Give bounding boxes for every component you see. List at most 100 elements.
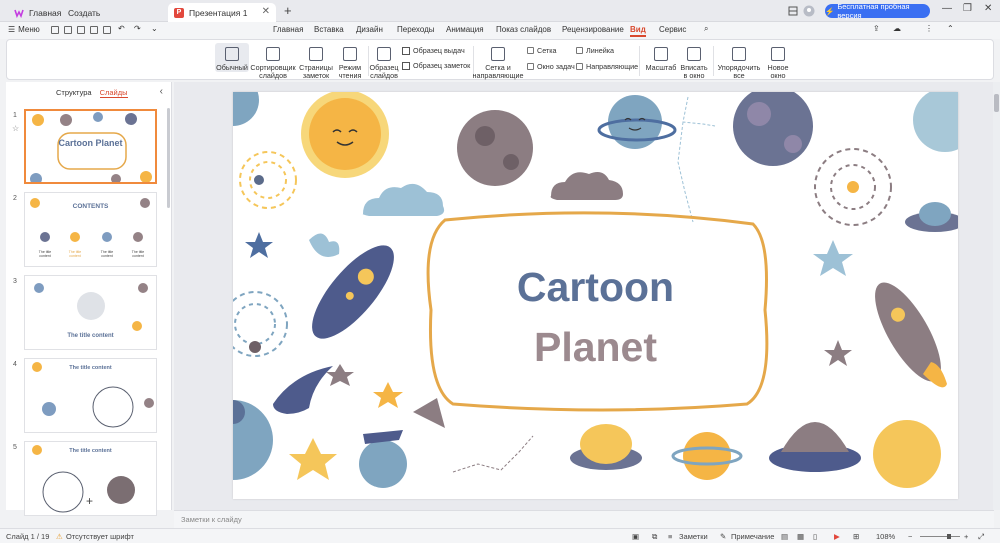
reading-mode-label: Режим чтения (338, 63, 362, 80)
new-window-icon (771, 47, 785, 61)
tab-home[interactable]: Главная (273, 25, 303, 34)
ribbon-divider (713, 46, 714, 76)
slide-master-button[interactable]: Образец слайдов (369, 43, 399, 80)
ruler-checkbox[interactable]: Линейка (576, 46, 614, 55)
share-icon[interactable]: ⇪ (873, 24, 880, 33)
save-icon[interactable] (77, 26, 85, 34)
zoom-menu-icon[interactable]: ⊞ (853, 532, 859, 541)
new-window-button[interactable]: Новое окно (763, 43, 793, 80)
fit-slide-icon[interactable]: ⤢ (978, 532, 984, 542)
fit-window-label: Вписать в окно (680, 63, 708, 80)
home-tab-label: Главная (29, 7, 62, 18)
tab-animation[interactable]: Анимация (446, 25, 484, 34)
document-tab[interactable]: P Презентация 1 ✕ (168, 3, 276, 22)
checkbox-box (576, 47, 583, 54)
notes-toggle-button[interactable]: Заметки (679, 532, 708, 541)
task-window-checkbox[interactable]: Окно задач (527, 62, 575, 71)
slide-canvas[interactable]: Cartoon Planet (233, 92, 958, 499)
tab-structure[interactable]: Структура (56, 88, 92, 98)
arrange-all-button[interactable]: Упорядочить все (717, 43, 761, 80)
reading-view-icon[interactable]: ▯ (813, 532, 817, 541)
trial-icon: ⚡ (825, 6, 835, 16)
free-trial-button[interactable]: ⚡ Бесплатная пробная версия (825, 2, 930, 20)
cloud-icon[interactable]: ☁ (893, 24, 901, 33)
slide-sorter-label: Сортировщик слайдов (250, 63, 296, 80)
restore-icon[interactable]: ❐ (963, 3, 972, 14)
collapse-panel-icon[interactable]: ‹ (160, 86, 163, 97)
panel-scrollbar[interactable] (167, 108, 170, 208)
grid-checkbox[interactable]: Сетка (527, 46, 557, 55)
hamburger-icon: ☰ (8, 25, 16, 34)
more-icon[interactable]: ⋮ (925, 24, 933, 33)
grid-guides-button[interactable]: Сетка и направляющие (473, 43, 523, 80)
slide-thumbnail-4[interactable]: The title content (24, 358, 157, 433)
slide-sorter-button[interactable]: Сортировщик слайдов (250, 43, 296, 80)
warning-icon: ⚠ (56, 532, 63, 541)
thumb-item: The title content (131, 250, 145, 258)
fit-window-button[interactable]: Вписать в окно (679, 43, 709, 80)
open-file-icon[interactable] (64, 26, 72, 34)
window-layout-icon[interactable] (788, 4, 798, 18)
panel-tabs: Структура Слайды (56, 88, 128, 98)
handout-master-button[interactable]: Образец выдач (402, 46, 465, 55)
comments-button[interactable]: Примечание (731, 532, 774, 541)
zoom-in-icon[interactable]: + (964, 532, 968, 541)
close-tab-icon[interactable]: ✕ (262, 6, 270, 17)
notes-master-button[interactable]: Образец заметок (402, 61, 470, 70)
guides-checkbox[interactable]: Направляющие (576, 62, 638, 71)
tab-transitions[interactable]: Переходы (397, 25, 435, 34)
minimize-icon[interactable]: — (942, 3, 952, 14)
redo-icon[interactable]: ↷ (134, 24, 141, 33)
tab-tools[interactable]: Сервис (659, 25, 686, 34)
zoom-out-icon[interactable]: − (908, 532, 912, 541)
zoom-level[interactable]: 108% (876, 532, 895, 541)
quick-access-more-icon[interactable]: ⌄ (151, 24, 158, 33)
collapse-ribbon-icon[interactable]: ⌃ (947, 24, 954, 33)
reading-mode-button[interactable]: Режим чтения (335, 43, 365, 80)
tab-insert[interactable]: Вставка (314, 25, 344, 34)
tab-review[interactable]: Рецензирование (562, 25, 624, 34)
normal-view-button[interactable]: Обычный (215, 43, 249, 72)
home-tab[interactable]: Главная (8, 3, 67, 22)
normal-view-icon[interactable]: ▤ (781, 532, 788, 541)
undo-icon[interactable]: ↶ (118, 24, 125, 33)
add-slide-icon[interactable]: + (86, 494, 93, 508)
print-icon[interactable] (90, 26, 98, 34)
zoom-slider[interactable] (920, 536, 960, 537)
avatar[interactable] (803, 4, 815, 18)
arrange-all-icon (732, 47, 746, 61)
thumb-item: The title content (100, 250, 114, 258)
slide-thumbnail-1[interactable]: Cartoon Planet (24, 109, 157, 184)
create-tab[interactable]: Создать (62, 3, 106, 22)
new-window-label: Новое окно (767, 63, 789, 80)
notes-pane[interactable]: Заметки к слайду (174, 510, 994, 528)
zoom-button[interactable]: Масштаб (645, 43, 677, 72)
search-icon[interactable]: ⌕ (704, 24, 708, 34)
new-file-icon[interactable] (51, 26, 59, 34)
scrollbar-thumb[interactable] (994, 94, 999, 112)
reading-mode-icon (343, 47, 357, 61)
tab-slides[interactable]: Слайды (99, 88, 128, 98)
missing-font-link[interactable]: Отсутствует шрифт (66, 532, 134, 541)
comment-toggle-icon[interactable]: ▣ (632, 532, 639, 541)
close-window-icon[interactable]: ✕ (984, 3, 992, 14)
canvas-scrollbar[interactable] (993, 82, 1000, 510)
format-icon[interactable]: ⧉ (652, 532, 657, 542)
notes-page-button[interactable]: Страницы заметок (297, 43, 335, 80)
new-tab-icon[interactable]: + (284, 3, 292, 18)
tab-slideshow[interactable]: Показ слайдов (496, 25, 551, 34)
sorter-view-icon[interactable]: ▦ (797, 532, 804, 541)
slide-title-line1[interactable]: Cartoon (233, 264, 958, 311)
slide-title-line2[interactable]: Planet (233, 324, 958, 371)
tab-view[interactable]: Вид (630, 25, 646, 37)
star-icon[interactable]: ☆ (12, 124, 19, 133)
main-menu-button[interactable]: ☰ Меню (8, 25, 40, 34)
thumb-item: The title content (68, 250, 82, 258)
export-icon[interactable] (103, 26, 111, 34)
slide-thumbnail-2[interactable]: CONTENTS The title content The title con… (24, 192, 157, 267)
zoom-slider-thumb[interactable] (947, 534, 951, 539)
slideshow-play-icon[interactable]: ▶ (834, 532, 840, 541)
tab-design[interactable]: Дизайн (356, 25, 383, 34)
slide-thumbnail-3[interactable]: The title content (24, 275, 157, 350)
status-bar: Слайд 1 / 19 ⚠ Отсутствует шрифт ▣ ⧉ ≡ З… (0, 528, 1000, 543)
